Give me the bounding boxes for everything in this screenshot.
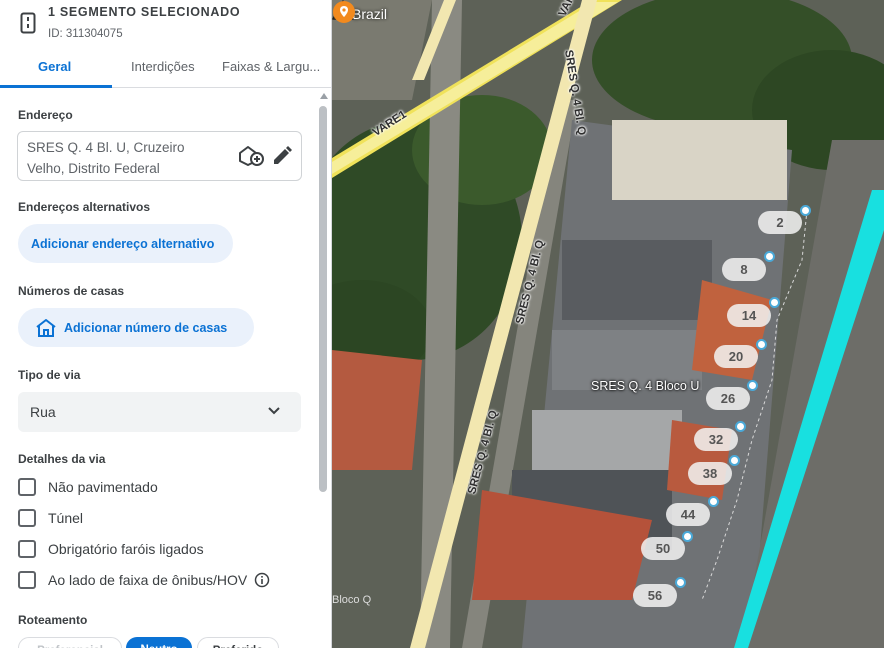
address-label: Endereço xyxy=(18,108,73,122)
map-canvas[interactable]: Brazil SRES Q. 4 Bl. Q VARE1 SRES Q. 4 B… xyxy=(332,0,884,648)
routing-option-preferencial[interactable]: Preferencial xyxy=(18,637,122,648)
house-number-handle[interactable] xyxy=(708,496,719,507)
panel-title: 1 SEGMENTO SELECIONADO xyxy=(48,5,241,19)
checkbox-label: Ao lado de faixa de ônibus/HOV xyxy=(48,572,248,588)
house-icon xyxy=(36,318,56,337)
poi-label: SRES Q. 4 Bloco U xyxy=(591,379,700,393)
house-number-handle[interactable] xyxy=(756,339,767,350)
routing-option-neutro[interactable]: Neutro xyxy=(126,637,192,648)
tab-faixas-largura[interactable]: Faixas & Largu... xyxy=(222,59,320,74)
house-number-marker[interactable]: 44 xyxy=(666,503,710,526)
tab-geral[interactable]: Geral xyxy=(38,59,71,74)
info-icon[interactable] xyxy=(254,572,270,588)
house-number-handle[interactable] xyxy=(675,577,686,588)
panel-tabs: Geral Interdições Faixas & Largu... xyxy=(0,46,331,88)
scroll-up-arrow-icon[interactable] xyxy=(320,93,328,99)
checkbox-label: Obrigatório faróis ligados xyxy=(48,541,204,557)
road-type-select[interactable]: Rua xyxy=(18,392,301,432)
house-number-handle[interactable] xyxy=(800,205,811,216)
scrollbar-thumb[interactable] xyxy=(319,106,327,492)
add-house-numbers-button-label: Adicionar número de casas xyxy=(64,320,228,335)
house-numbers-label: Números de casas xyxy=(18,284,125,298)
add-alt-address-button[interactable]: Adicionar endereço alternativo xyxy=(18,224,233,263)
checkbox-box[interactable] xyxy=(18,509,36,527)
segment-edit-panel: 1 SEGMENTO SELECIONADO ID: 311304075 Ger… xyxy=(0,0,332,648)
house-number-handle[interactable] xyxy=(769,297,780,308)
map-country-label: Brazil xyxy=(352,6,388,22)
routing-option-preferido[interactable]: Preferido xyxy=(197,637,279,648)
house-number-marker[interactable]: 38 xyxy=(688,462,732,485)
checkbox-box[interactable] xyxy=(18,540,36,558)
house-number-handle[interactable] xyxy=(735,421,746,432)
checkbox-label: Túnel xyxy=(48,510,84,526)
active-tab-indicator xyxy=(0,85,112,88)
street-label-partial: Bloco Q xyxy=(332,594,372,606)
house-number-handle[interactable] xyxy=(747,380,758,391)
house-number-marker[interactable]: 20 xyxy=(714,345,758,368)
road-type-label: Tipo de via xyxy=(18,368,81,382)
alt-address-label: Endereços alternativos xyxy=(18,200,151,214)
checkbox-box[interactable] xyxy=(18,571,36,589)
add-alt-address-button-label: Adicionar endereço alternativo xyxy=(31,236,215,251)
checkbox-bus-lane[interactable]: Ao lado de faixa de ônibus/HOV xyxy=(18,570,270,590)
road-type-value: Rua xyxy=(30,404,56,420)
house-number-handle[interactable] xyxy=(729,455,740,466)
house-number-handle[interactable] xyxy=(764,251,775,262)
segment-id: ID: 311304075 xyxy=(48,28,123,40)
checkbox-box[interactable] xyxy=(18,478,36,496)
location-pin-icon[interactable] xyxy=(332,0,356,24)
tab-interdicoes[interactable]: Interdições xyxy=(131,59,195,74)
house-number-handle[interactable] xyxy=(682,531,693,542)
address-value: SRES Q. 4 Bl. U, Cruzeiro Velho, Distrit… xyxy=(27,140,185,176)
checkbox-label: Não pavimentado xyxy=(48,479,158,495)
chevron-down-icon xyxy=(268,407,280,415)
edit-pencil-icon[interactable] xyxy=(271,145,293,167)
address-field[interactable]: SRES Q. 4 Bl. U, Cruzeiro Velho, Distrit… xyxy=(17,131,302,181)
satellite-imagery xyxy=(332,0,884,648)
house-number-marker[interactable]: 14 xyxy=(727,304,771,327)
house-number-marker[interactable]: 56 xyxy=(633,584,677,607)
house-number-marker[interactable]: 32 xyxy=(694,428,738,451)
house-number-marker[interactable]: 8 xyxy=(722,258,766,281)
road-segment-icon xyxy=(20,12,36,34)
house-number-marker[interactable]: 50 xyxy=(641,537,685,560)
house-number-marker[interactable]: 26 xyxy=(706,387,750,410)
routing-label: Roteamento xyxy=(18,613,88,627)
checkbox-tunnel[interactable]: Túnel xyxy=(18,508,83,528)
add-house-numbers-button[interactable]: Adicionar número de casas xyxy=(18,308,254,347)
house-number-marker[interactable]: 2 xyxy=(758,211,802,234)
checkbox-unpaved[interactable]: Não pavimentado xyxy=(18,477,158,497)
road-details-label: Detalhes da via xyxy=(18,452,106,466)
add-shield-icon[interactable] xyxy=(237,144,265,168)
panel-header: 1 SEGMENTO SELECIONADO ID: 311304075 xyxy=(0,0,331,46)
checkbox-headlights[interactable]: Obrigatório faróis ligados xyxy=(18,539,204,559)
